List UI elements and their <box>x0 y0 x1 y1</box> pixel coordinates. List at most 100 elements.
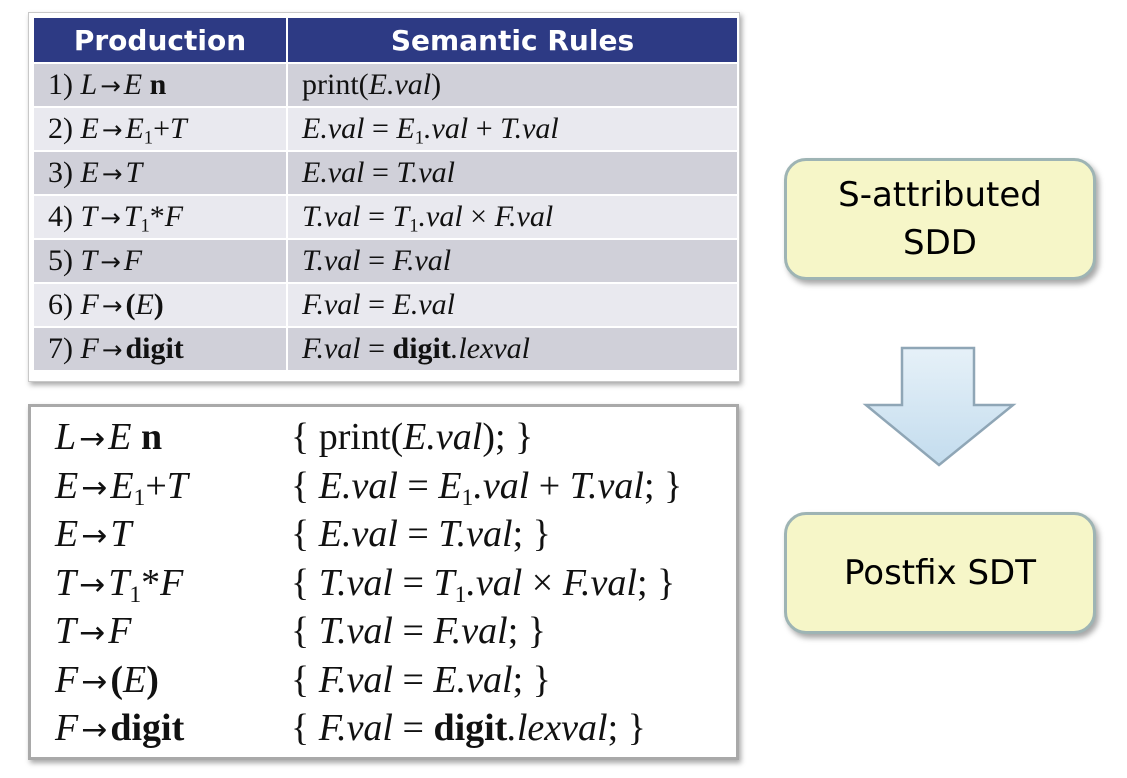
arrow-symbol: → <box>81 518 108 554</box>
semantic-rule-part: .val <box>418 200 463 233</box>
semantic-action-part: ; } <box>607 707 646 749</box>
arrow-symbol: → <box>79 615 106 651</box>
semantic-action-part: E.val <box>433 658 513 701</box>
s-attributed-label: S-attributed <box>838 175 1042 215</box>
semantic-rule-part: + <box>468 112 501 145</box>
semantic-rule-part: digit <box>392 332 451 365</box>
table-row: 1) L → E n print(E.val) <box>32 62 739 108</box>
sdt-production: E→E1+T <box>55 464 188 510</box>
production-rhs-part: ) <box>153 288 164 321</box>
production-rhs-part: F <box>123 244 143 277</box>
semantic-action-part: 1 <box>454 581 467 608</box>
semantic-action-part: ; } <box>643 464 683 507</box>
production-rhs-part: 1 <box>129 581 142 608</box>
semantic-action-part: F.val <box>318 658 393 701</box>
semantic-action-part: = <box>393 658 434 701</box>
semantic-rule-part: E <box>396 112 415 145</box>
production-cell: 7) F → digit <box>32 326 288 372</box>
production-lhs: F <box>55 707 79 749</box>
rule-number: 6) <box>48 288 73 321</box>
semantic-rule-cell: E.val = E1.val + T.val <box>286 106 739 152</box>
semantic-rule-part: T <box>392 200 410 233</box>
production-rhs-part: F <box>108 610 132 652</box>
semantic-rule-part: E.val <box>392 288 456 321</box>
header-semantic-rules: Semantic Rules <box>286 16 739 64</box>
production-rhs-part: + <box>145 464 167 507</box>
semantic-rule-part: E.val <box>302 112 365 145</box>
semantic-action-part: ; } <box>512 658 551 701</box>
semantic-action-part: F.val <box>318 707 393 749</box>
production-rhs-part: F <box>164 200 184 233</box>
postfix-sdt-label: Postfix SDT <box>843 553 1036 593</box>
semantic-rule-cell: T.val = T1.val × F.val <box>286 194 739 240</box>
production-rhs-part: E <box>125 112 144 145</box>
production-rhs-part: T <box>125 156 143 189</box>
arrow-symbol: → <box>81 663 108 700</box>
production-rhs-part: T <box>108 561 130 604</box>
production-rhs-part: T <box>110 513 132 555</box>
semantic-rule-part: E.val <box>368 68 432 101</box>
production-cell: 1) L → E n <box>32 62 288 108</box>
semantic-rule-part: = <box>360 244 393 277</box>
arrow-symbol: → <box>100 71 121 100</box>
arrow-symbol: → <box>81 712 108 748</box>
production-lhs: T <box>55 561 77 604</box>
semantic-rule-part: ) <box>431 68 442 101</box>
semantic-rule-part: print( <box>302 68 369 101</box>
table-row: 2) E → E1+T E.val = E1.val + T.val <box>32 106 739 152</box>
semantic-rule-part: T.val <box>302 244 361 277</box>
semantic-action-part: E.val <box>403 416 483 458</box>
rule-number: 2) <box>48 112 73 145</box>
production-rhs-part: + <box>153 112 170 145</box>
semantic-action-part: = <box>393 707 434 749</box>
semantic-action-part: { print( <box>291 416 404 458</box>
production-rhs-part: n <box>140 416 163 458</box>
production-rhs-part <box>131 416 141 458</box>
rule-number: 4) <box>48 200 73 233</box>
semantic-rule-part: T.val <box>302 200 361 233</box>
semantic-action-part: E.val <box>318 513 398 555</box>
semantic-action-part: E <box>438 464 462 507</box>
sdt-action: { F.val = E.val; } <box>291 658 551 702</box>
production-rhs-part: F <box>160 561 184 604</box>
semantic-rule-cell: F.val = digit.lexval <box>286 326 739 372</box>
arrow-symbol: → <box>79 421 106 457</box>
production-cell: 6) F → (E) <box>32 282 288 328</box>
arrow-symbol: → <box>79 566 106 603</box>
s-attributed-sdd-box: S-attributed SDD <box>784 158 1096 280</box>
semantic-rule-part: E.val <box>302 156 365 189</box>
sdt-production: T→T1*F <box>55 561 184 608</box>
sdt-action: { T.val = F.val; } <box>291 609 546 653</box>
sdt-action: { E.val = E1.val + T.val; } <box>291 464 683 510</box>
arrow-symbol: → <box>100 203 121 232</box>
semantic-rule-part: = <box>360 332 393 365</box>
production-lhs: T <box>80 244 98 277</box>
semantic-rule-part: 1 <box>409 215 419 237</box>
semantic-rule-cell: F.val = E.val <box>286 282 739 328</box>
production-rhs-part: E <box>122 658 147 701</box>
semantic-rule-part: T.val <box>396 156 456 189</box>
semantic-action-part: T.val <box>318 610 393 652</box>
sdd-table-panel: Production Semantic Rules 1) L → E n print(… <box>28 12 740 382</box>
production-lhs: E <box>80 156 99 189</box>
table-row: 6) F → (E) F.val = E.val <box>32 282 739 328</box>
production-lhs: F <box>80 288 99 321</box>
semantic-rule-cell: T.val = F.val <box>286 238 739 284</box>
production-lhs: T <box>55 610 77 652</box>
production-lhs: E <box>80 112 99 145</box>
sdt-production: E→T <box>55 512 131 556</box>
sdd-header-row: Production Semantic Rules <box>32 16 739 64</box>
arrow-symbol: → <box>81 469 108 506</box>
semantic-rule-part: F.val <box>302 332 361 365</box>
sdt-production: F→digit <box>55 706 184 750</box>
semantic-action-part: T <box>433 561 455 604</box>
sdt-action: { T.val = T1.val × F.val; } <box>291 561 675 608</box>
sdd-table-body: 1) L → E n print(E.val) 2) E → E1+T E.val = E1.… <box>32 62 739 372</box>
arrow-symbol: → <box>101 115 123 144</box>
semantic-action-part: { <box>291 464 319 507</box>
arrow-symbol: → <box>100 247 121 276</box>
production-lhs: F <box>55 658 79 701</box>
production-rhs-part: E <box>135 288 154 321</box>
semantic-rule-part: 1 <box>414 127 425 149</box>
production-rhs-part: 1 <box>143 127 154 149</box>
